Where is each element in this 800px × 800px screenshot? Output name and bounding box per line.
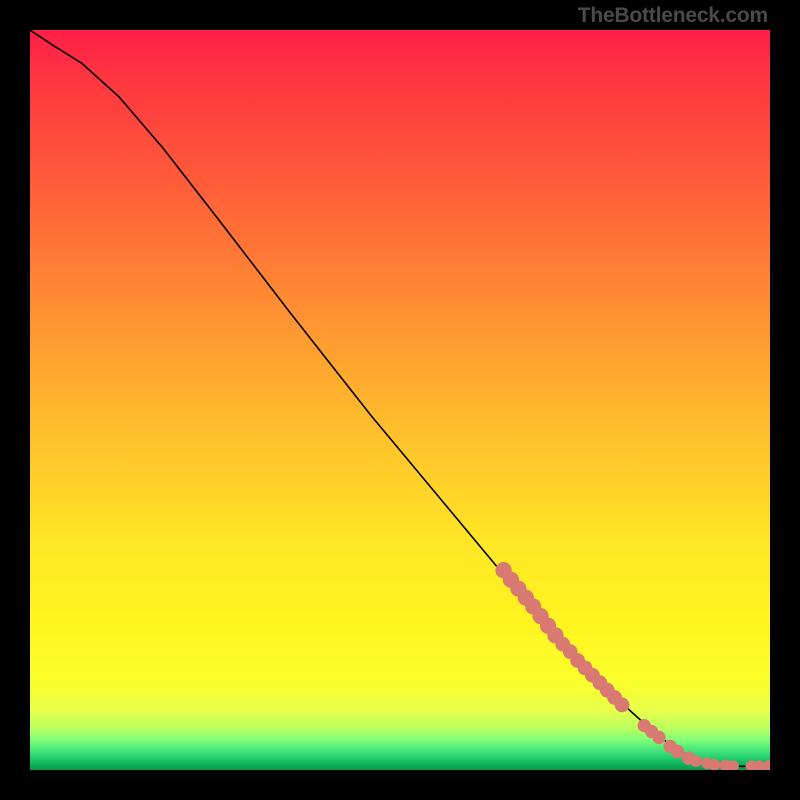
marker-dot bbox=[645, 725, 658, 738]
marker-dot bbox=[682, 752, 695, 765]
marker-dot bbox=[720, 760, 732, 770]
marker-dot bbox=[592, 675, 607, 690]
marker-dot bbox=[746, 760, 758, 770]
marker-dot bbox=[727, 760, 739, 770]
watermark-text: TheBottleneck.com bbox=[578, 4, 768, 28]
marker-dot bbox=[652, 731, 665, 744]
marker-dot bbox=[555, 637, 570, 652]
marker-dot bbox=[753, 760, 765, 770]
marker-dot bbox=[563, 644, 578, 659]
marker-dot bbox=[510, 581, 526, 597]
marker-dot bbox=[585, 668, 600, 683]
marker-dot bbox=[570, 653, 585, 668]
marker-dot bbox=[615, 697, 630, 712]
marker-dot bbox=[495, 562, 511, 578]
marker-dot bbox=[607, 690, 622, 705]
marker-dot bbox=[638, 719, 651, 732]
marker-dot bbox=[600, 683, 615, 698]
marker-dot bbox=[525, 598, 541, 614]
chart-svg bbox=[30, 30, 770, 770]
marker-dot bbox=[578, 660, 593, 675]
curve-line bbox=[30, 30, 770, 766]
plot-area bbox=[30, 30, 770, 770]
marker-dot bbox=[547, 627, 563, 643]
marker-dot bbox=[503, 572, 519, 588]
marker-dot bbox=[690, 755, 702, 767]
marker-dot bbox=[763, 760, 770, 770]
marker-group bbox=[495, 562, 770, 770]
marker-dot bbox=[663, 740, 676, 753]
marker-dot bbox=[518, 589, 534, 605]
marker-dot bbox=[671, 745, 684, 758]
marker-dot bbox=[709, 759, 721, 770]
chart-stage: TheBottleneck.com bbox=[0, 0, 800, 800]
marker-dot bbox=[701, 757, 713, 769]
marker-dot bbox=[540, 618, 556, 634]
marker-dot bbox=[532, 608, 548, 624]
